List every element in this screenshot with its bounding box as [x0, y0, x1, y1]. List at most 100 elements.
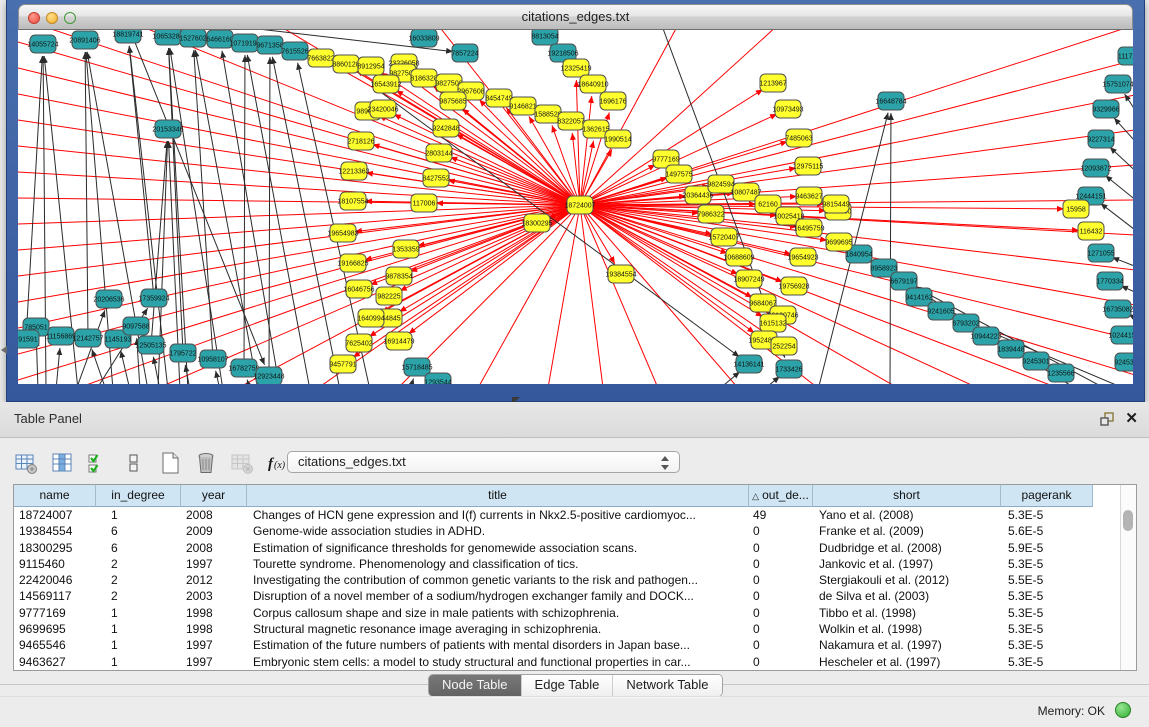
- selected-node[interactable]: 9815449: [822, 195, 849, 213]
- new-table-icon[interactable]: [157, 450, 183, 476]
- table-cell[interactable]: Investigating the contribution of common…: [247, 572, 749, 588]
- node[interactable]: 9241605: [927, 302, 954, 320]
- table-cell[interactable]: Estimation of significance thresholds fo…: [247, 540, 749, 556]
- node[interactable]: 1293544: [424, 373, 451, 384]
- node[interactable]: 16735082: [1102, 300, 1133, 318]
- selected-node[interactable]: 12213363: [338, 162, 369, 180]
- delete-table-icon[interactable]: [229, 450, 255, 476]
- node[interactable]: 16648784: [875, 92, 906, 110]
- node[interactable]: 7615526: [281, 42, 308, 60]
- network-file-select[interactable]: citations_edges.txt: [287, 451, 680, 473]
- selected-node[interactable]: 9875685: [439, 92, 466, 110]
- table-cell[interactable]: 0: [749, 605, 813, 621]
- selected-node[interactable]: 8427552: [422, 169, 449, 187]
- selected-node[interactable]: 15958: [1063, 200, 1089, 218]
- table-cell[interactable]: Franke et al. (2009): [813, 523, 1001, 539]
- selected-node[interactable]: 18907249: [733, 270, 764, 288]
- selected-node[interactable]: 8912954: [357, 57, 384, 75]
- selected-node[interactable]: 19166825: [337, 254, 368, 272]
- table-cell[interactable]: Wolkin et al. (1998): [813, 621, 1001, 637]
- selected-node[interactable]: 9146821: [509, 97, 536, 115]
- table-cell[interactable]: 9465546: [14, 637, 96, 653]
- node[interactable]: 12923448: [253, 367, 284, 384]
- node[interactable]: 12505135: [135, 336, 166, 354]
- table-cell[interactable]: 2008: [181, 507, 247, 523]
- table-cell[interactable]: Stergiakouli et al. (2012): [813, 572, 1001, 588]
- table-cell[interactable]: 5.3E-5: [1001, 588, 1093, 604]
- node[interactable]: 14136141: [733, 355, 764, 373]
- selected-node[interactable]: 8322057: [557, 112, 584, 130]
- table-cell[interactable]: Jankovic et al. (1997): [813, 556, 1001, 572]
- selected-node[interactable]: 15720407: [708, 228, 739, 246]
- selected-node[interactable]: 23420046: [367, 100, 398, 118]
- selected-node[interactable]: 982225: [376, 287, 402, 305]
- selected-node[interactable]: 7485063: [785, 129, 812, 147]
- window-titlebar[interactable]: citations_edges.txt: [18, 4, 1133, 30]
- table-row[interactable]: 911546021997Tourette syndrome. Phenomeno…: [14, 556, 1136, 572]
- table-cell[interactable]: 2012: [181, 572, 247, 588]
- node[interactable]: 9671358: [256, 36, 283, 54]
- node[interactable]: 16033809: [408, 30, 439, 47]
- column-header-short[interactable]: short: [813, 485, 1001, 507]
- selected-node[interactable]: 19654923: [787, 248, 818, 266]
- node[interactable]: 9245301: [1022, 352, 1049, 370]
- table-cell[interactable]: Disruption of a novel member of a sodium…: [247, 588, 749, 604]
- selected-node[interactable]: 116432: [1078, 222, 1104, 240]
- table-cell[interactable]: 2008: [181, 540, 247, 556]
- selected-node[interactable]: 2718126: [347, 132, 374, 150]
- select-all-icon[interactable]: [85, 450, 111, 476]
- node[interactable]: 8813054: [531, 30, 558, 45]
- show-rows-icon[interactable]: [121, 450, 147, 476]
- table-cell[interactable]: 1997: [181, 556, 247, 572]
- sidebar-collapse-arrow-icon[interactable]: [1, 346, 7, 354]
- table-cell[interactable]: 1: [96, 605, 181, 621]
- table-cell[interactable]: 0: [749, 654, 813, 670]
- table-cell[interactable]: Dudbridge et al. (2008): [813, 540, 1001, 556]
- table-cell[interactable]: Nakamura et al. (1997): [813, 637, 1001, 653]
- table-cell[interactable]: 0: [749, 572, 813, 588]
- table-cell[interactable]: 0: [749, 523, 813, 539]
- table-cell[interactable]: 1998: [181, 605, 247, 621]
- node[interactable]: 9329966: [1092, 100, 1119, 118]
- node[interactable]: 1271055: [1087, 244, 1114, 262]
- table-cell[interactable]: Tibbo et al. (1998): [813, 605, 1001, 621]
- table-cell[interactable]: 5.3E-5: [1001, 605, 1093, 621]
- scrollbar-thumb[interactable]: [1123, 510, 1133, 531]
- node[interactable]: 1795722: [169, 344, 196, 362]
- node[interactable]: 17359924: [138, 289, 169, 307]
- node[interactable]: 1839448: [997, 340, 1024, 358]
- table-cell[interactable]: Structural magnetic resonance image aver…: [247, 621, 749, 637]
- node[interactable]: 18819741: [112, 30, 143, 43]
- node[interactable]: 10958107: [197, 350, 228, 368]
- selected-node[interactable]: 18107554: [337, 192, 368, 210]
- selected-node[interactable]: 9699695: [825, 233, 852, 251]
- node[interactable]: 6679197: [890, 272, 917, 290]
- selected-node[interactable]: 9463627: [795, 187, 822, 205]
- table-cell[interactable]: 1: [96, 507, 181, 523]
- selected-node[interactable]: 12325419: [560, 59, 591, 77]
- node[interactable]: 9097588: [122, 317, 149, 335]
- selected-node[interactable]: 8860128: [332, 55, 359, 73]
- table-cell[interactable]: 2009: [181, 523, 247, 539]
- selected-node[interactable]: 10973493: [772, 100, 803, 118]
- table-cell[interactable]: 49: [749, 507, 813, 523]
- table-cell[interactable]: 2003: [181, 588, 247, 604]
- table-cell[interactable]: 18724007: [14, 507, 96, 523]
- selected-node[interactable]: 1497575: [665, 165, 692, 183]
- table-cell[interactable]: Changes of HCN gene expression and I(f) …: [247, 507, 749, 523]
- table-cell[interactable]: 2: [96, 588, 181, 604]
- table-cell[interactable]: 6: [96, 523, 181, 539]
- table-row[interactable]: 1456911722003Disruption of a novel membe…: [14, 588, 1136, 604]
- table-row[interactable]: 946554611997Estimation of the future num…: [14, 637, 1136, 653]
- node[interactable]: 1117254: [1118, 47, 1133, 65]
- node[interactable]: 9227314: [1087, 130, 1114, 148]
- table-cell[interactable]: Corpus callosum shape and size in male p…: [247, 605, 749, 621]
- selected-node[interactable]: 7986322: [697, 205, 724, 223]
- node[interactable]: 7857224: [451, 44, 478, 62]
- table-cell[interactable]: 0: [749, 621, 813, 637]
- table-cell[interactable]: 1997: [181, 637, 247, 653]
- table-row[interactable]: 969969511998Structural magnetic resonanc…: [14, 621, 1136, 637]
- table-cell[interactable]: 2: [96, 556, 181, 572]
- tab-network-table[interactable]: Network Table: [612, 675, 721, 696]
- delete-entries-icon[interactable]: [193, 450, 219, 476]
